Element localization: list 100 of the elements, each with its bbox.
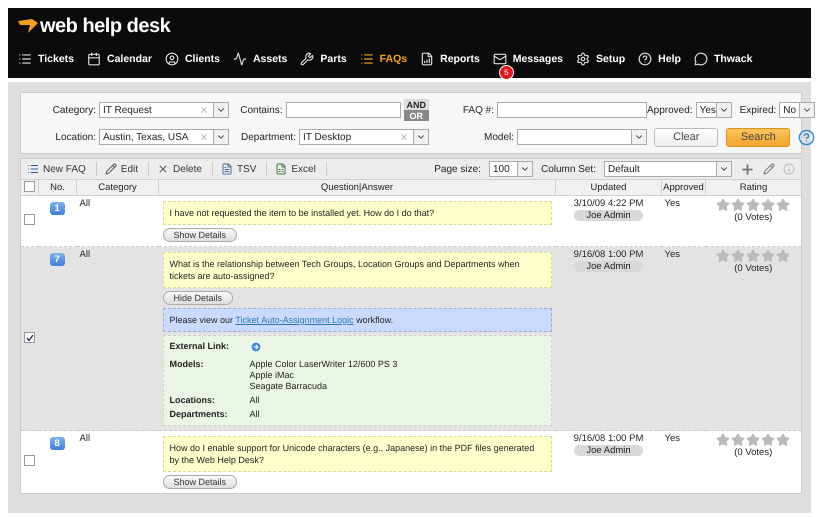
toolbar-button[interactable]: Excel <box>275 162 327 176</box>
dropdown-field[interactable]: IT Request <box>99 102 229 118</box>
page-size-select[interactable]: 100 <box>488 161 533 177</box>
select-all-checkbox[interactable] <box>24 180 35 192</box>
detail-value: All <box>250 395 261 406</box>
star-icon[interactable] <box>746 433 760 447</box>
or-toggle[interactable]: OR <box>404 110 429 121</box>
updated-date: 9/16/08 1:00 PM <box>572 249 644 260</box>
question-text: I have not requested the item to be installed yet. How do I do that? <box>162 201 552 225</box>
column-header[interactable]: No. <box>38 180 76 196</box>
column-header[interactable]: Updated <box>556 180 662 196</box>
model-name: Seagate Barracuda <box>250 381 328 392</box>
pulse-icon <box>232 52 247 66</box>
column-header[interactable]: Question|Answer <box>158 180 556 196</box>
detail-label: Models: <box>170 359 205 371</box>
field-label: Model: <box>484 132 514 142</box>
category-cell: All <box>80 249 90 260</box>
row-checkbox[interactable] <box>24 455 35 466</box>
list-icon <box>18 52 32 66</box>
dropdown-field[interactable] <box>517 129 647 145</box>
details-button[interactable]: Hide Details <box>162 291 234 305</box>
page-size-label: Page size: <box>434 164 481 174</box>
updated-by-tag: Joe Admin <box>574 445 643 456</box>
mail-icon <box>492 52 507 66</box>
star-icon[interactable] <box>731 249 746 263</box>
toolbar-button[interactable]: New FAQ <box>27 162 97 176</box>
star-icon[interactable] <box>746 249 760 263</box>
column-set-select[interactable]: Default <box>604 161 732 177</box>
row-checkbox[interactable] <box>24 332 35 344</box>
star-icon[interactable] <box>731 433 746 447</box>
dropdown-field[interactable]: Austin, Texas, USA <box>99 129 229 145</box>
star-icon[interactable] <box>731 198 746 212</box>
toolbar-button[interactable]: Edit <box>104 162 150 176</box>
updated-date: 3/10/09 4:22 PM <box>572 198 644 209</box>
star-icon[interactable] <box>746 198 760 212</box>
votes-count: (0 Votes) <box>733 447 774 458</box>
question-text: What is the relationship between Tech Groups, Location Groups and Departments when tickets are auto-assigned? <box>162 252 552 288</box>
text-field[interactable] <box>497 102 647 118</box>
column-header[interactable]: Approved <box>662 180 706 196</box>
answer-text: Please view our Ticket Auto-Assignment Logic workflow. <box>162 308 552 332</box>
nav-tab[interactable]: Tickets <box>18 52 74 66</box>
document-icon <box>220 163 233 175</box>
details-button[interactable]: Show Details <box>162 228 238 242</box>
clear-icon[interactable] <box>199 132 209 142</box>
star-icon[interactable] <box>776 433 790 447</box>
votes-count: (0 Votes) <box>733 263 774 274</box>
star-icon[interactable] <box>761 433 776 447</box>
nav-tab[interactable]: Parts <box>300 52 347 66</box>
pencil-icon[interactable] <box>763 163 775 175</box>
row-checkbox[interactable] <box>24 214 35 225</box>
nav-tab[interactable]: FAQs <box>360 52 408 66</box>
count-badge: 5 <box>498 65 514 80</box>
field-label: Location: <box>55 132 96 142</box>
and-toggle[interactable]: AND <box>404 99 429 110</box>
list-icon <box>360 52 374 66</box>
dropdown-field[interactable]: IT Desktop <box>299 129 429 145</box>
nav-tab[interactable]: Assets <box>232 52 288 66</box>
pencil-icon <box>104 163 117 175</box>
nav-tab[interactable]: Clients <box>164 52 220 66</box>
detail-label: Departments: <box>170 409 229 420</box>
nav-tab[interactable]: Help <box>638 52 681 66</box>
nav-tab[interactable]: Thwack <box>694 52 752 66</box>
star-icon[interactable] <box>716 433 730 447</box>
field-label: Approved: <box>647 104 693 116</box>
nav-tab[interactable]: Calendar <box>87 52 152 66</box>
star-icon[interactable] <box>716 249 730 263</box>
detail-label: External Link: <box>170 341 230 353</box>
clear-icon[interactable] <box>399 132 409 142</box>
search-button[interactable]: Search <box>726 128 790 146</box>
star-icon[interactable] <box>761 249 776 263</box>
clear-button[interactable]: Clear <box>654 128 718 146</box>
toolbar-button[interactable]: Delete <box>157 162 213 176</box>
text-field[interactable] <box>286 102 400 118</box>
detail-value: All <box>250 409 261 420</box>
star-icon[interactable] <box>776 249 790 263</box>
column-header[interactable]: Category <box>76 180 158 196</box>
field-label: Expired: <box>740 104 776 116</box>
nav-tab[interactable]: Reports <box>420 52 480 66</box>
toolbar-button[interactable]: TSV <box>220 162 268 176</box>
calendar-icon <box>87 52 101 66</box>
column-header[interactable]: Rating <box>706 180 802 196</box>
help-icon[interactable] <box>798 128 816 146</box>
model-name: Apple Color LaserWriter 12/600 PS 3 <box>250 359 398 370</box>
help-icon <box>638 52 652 66</box>
dropdown-field[interactable]: No <box>779 102 816 118</box>
check-icon <box>26 334 34 342</box>
nav-tab[interactable]: Messages <box>492 52 563 66</box>
add-icon[interactable] <box>740 162 755 176</box>
star-icon[interactable] <box>716 198 730 212</box>
model-name: Apple iMac <box>250 370 296 381</box>
info-icon[interactable] <box>783 163 795 175</box>
link-icon[interactable] <box>250 341 262 353</box>
clear-icon[interactable] <box>199 105 209 115</box>
nav-tab[interactable]: Setup <box>576 52 626 66</box>
close-icon <box>157 163 170 175</box>
star-icon[interactable] <box>776 198 790 212</box>
dropdown-field[interactable]: Yes <box>696 102 732 118</box>
details-button[interactable]: Show Details <box>162 475 238 489</box>
star-icon[interactable] <box>761 198 776 212</box>
logo-text: web help desk <box>40 14 170 38</box>
